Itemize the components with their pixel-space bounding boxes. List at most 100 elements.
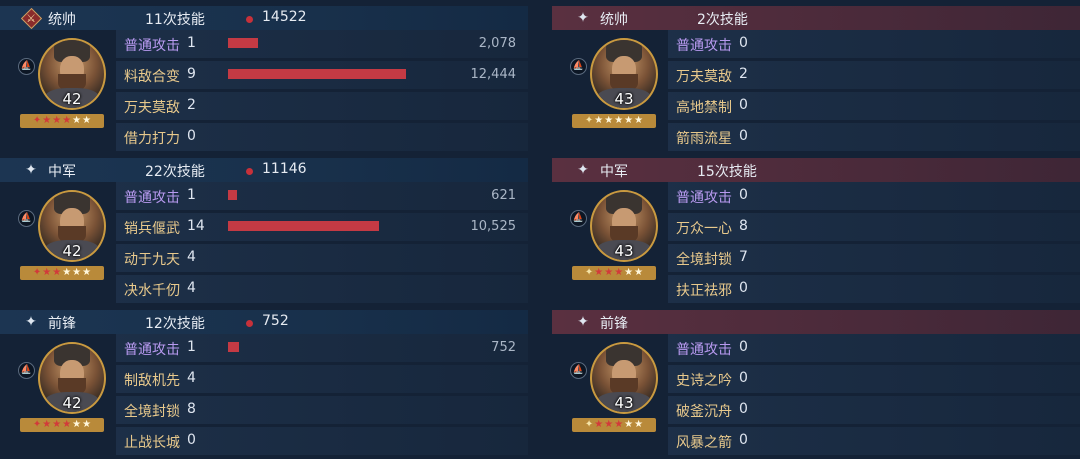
skill-use-count: 0	[739, 97, 748, 113]
skill-use-count: 4	[187, 280, 196, 296]
hero-slot: ✦ 中军 15次技能 ⛵ 43 ✦ ★ ★ ★ ★ ★ 普通攻击 0 万众一心 8 全境封锁 7 扶正祛邪 0	[552, 152, 1080, 304]
star-rating: ✦ ★ ★ ★ ★ ★	[20, 114, 104, 128]
star-icon: ★	[594, 419, 604, 430]
sparkle-icon: ✦	[577, 314, 589, 330]
skill-row: 全境封锁 8	[116, 396, 528, 424]
skill-name: 普通攻击	[676, 38, 732, 54]
slot-header: ✦ 前锋	[552, 310, 1080, 334]
skill-row: 史诗之吟 0	[668, 365, 1080, 393]
star-icon: ★	[594, 267, 604, 278]
skill-use-count: 8	[739, 218, 748, 234]
skill-row: 万夫莫敌 2	[116, 92, 528, 120]
star-icon: ★	[604, 419, 614, 430]
skill-row: 普通攻击 1 2,078	[116, 30, 528, 58]
star-icon: ★	[634, 419, 644, 430]
skill-row: 万众一心 8	[668, 213, 1080, 241]
star-icon: ★	[82, 267, 92, 278]
star-icon: ★	[614, 115, 624, 126]
role-label: 前锋	[600, 316, 628, 332]
star-icon: ✦	[584, 267, 594, 278]
star-icon: ★	[634, 115, 644, 126]
skill-count: 12次技能	[145, 316, 205, 332]
hero-portrait-card[interactable]: ⛵ 43 ✦ ★ ★ ★ ★ ★	[566, 34, 662, 134]
role-label: 前锋	[48, 316, 76, 332]
damage-bar	[228, 190, 237, 200]
damage-total: 14522	[262, 9, 307, 25]
star-rating: ✦ ★ ★ ★ ★ ★	[572, 266, 656, 280]
star-icon: ✦	[32, 267, 42, 278]
skill-row: 高地禁制 0	[668, 92, 1080, 120]
star-icon: ★	[614, 419, 624, 430]
troop-type-icon: ⛵	[18, 210, 35, 227]
skill-name: 决水千仞	[124, 283, 180, 299]
skill-name: 高地禁制	[676, 100, 732, 116]
skill-name: 制敌机先	[124, 373, 180, 389]
skill-use-count: 0	[739, 401, 748, 417]
skill-row: 万夫莫敌 2	[668, 61, 1080, 89]
troop-type-icon: ⛵	[570, 58, 587, 75]
slot-header: ✦ 中军 22次技能 11146	[0, 158, 528, 182]
skill-name: 全境封锁	[676, 252, 732, 268]
skill-row: 普通攻击 0	[668, 182, 1080, 210]
star-icon: ★	[594, 115, 604, 126]
skill-name: 破釜沉舟	[676, 404, 732, 420]
skill-use-count: 8	[187, 401, 196, 417]
skill-name: 万众一心	[676, 221, 732, 237]
skill-name: 普通攻击	[124, 342, 180, 358]
star-icon: ★	[62, 419, 72, 430]
slot-header: ✦ 统帅 2次技能	[552, 6, 1080, 30]
skill-count: 11次技能	[145, 12, 205, 28]
skill-name: 史诗之吟	[676, 373, 732, 389]
damage-dot-icon	[246, 168, 253, 175]
star-icon: ★	[604, 267, 614, 278]
star-icon: ★	[72, 115, 82, 126]
hero-portrait-card[interactable]: ⛵ 42 ✦ ★ ★ ★ ★ ★	[14, 34, 110, 134]
skill-name: 全境封锁	[124, 404, 180, 420]
damage-value: 621	[491, 188, 516, 203]
skill-row: 普通攻击 0	[668, 334, 1080, 362]
star-icon: ★	[52, 267, 62, 278]
star-icon: ★	[42, 419, 52, 430]
damage-total: 11146	[262, 161, 307, 177]
skill-count: 22次技能	[145, 164, 205, 180]
star-icon: ★	[42, 115, 52, 126]
skill-name: 借力打力	[124, 131, 180, 147]
hero-level: 42	[62, 90, 82, 108]
skill-use-count: 1	[187, 35, 196, 51]
skill-row: 普通攻击 0	[668, 30, 1080, 58]
role-label: 中军	[48, 164, 76, 180]
hero-portrait-card[interactable]: ⛵ 43 ✦ ★ ★ ★ ★ ★	[566, 338, 662, 438]
sparkle-icon: ✦	[25, 162, 37, 178]
skill-use-count: 1	[187, 187, 196, 203]
hero-portrait-card[interactable]: ⛵ 42 ✦ ★ ★ ★ ★ ★	[14, 186, 110, 286]
damage-value: 752	[491, 340, 516, 355]
skill-row: 普通攻击 1 752	[116, 334, 528, 362]
sparkle-icon: ✦	[25, 314, 37, 330]
skill-name: 万夫莫敌	[676, 69, 732, 85]
skill-use-count: 0	[187, 128, 196, 144]
troop-type-icon: ⛵	[570, 210, 587, 227]
commander-diamond-icon: ⚔	[22, 9, 40, 27]
damage-bar	[228, 69, 406, 79]
skill-row: 箭雨流星 0	[668, 123, 1080, 151]
star-icon: ★	[52, 115, 62, 126]
team-right: ✦ 统帅 2次技能 ⛵ 43 ✦ ★ ★ ★ ★ ★ 普通攻击 0 万夫莫敌 2 高地禁制 0 箭雨流星 0 ✦ 中军 1…	[552, 0, 1080, 459]
skill-name: 止战长城	[124, 435, 180, 451]
skill-row: 扶正祛邪 0	[668, 275, 1080, 303]
star-icon: ★	[604, 115, 614, 126]
star-icon: ✦	[584, 419, 594, 430]
damage-total: 752	[262, 313, 289, 329]
hero-portrait-card[interactable]: ⛵ 42 ✦ ★ ★ ★ ★ ★	[14, 338, 110, 438]
damage-dot-icon	[246, 16, 253, 23]
skill-row: 决水千仞 4	[116, 275, 528, 303]
skill-use-count: 0	[739, 339, 748, 355]
role-label: 中军	[600, 164, 628, 180]
hero-portrait-card[interactable]: ⛵ 43 ✦ ★ ★ ★ ★ ★	[566, 186, 662, 286]
star-icon: ★	[614, 267, 624, 278]
star-icon: ★	[624, 115, 634, 126]
skill-use-count: 9	[187, 66, 196, 82]
skill-use-count: 7	[739, 249, 748, 265]
star-rating: ✦ ★ ★ ★ ★ ★	[572, 114, 656, 128]
sparkle-icon: ✦	[577, 162, 589, 178]
skill-row: 止战长城 0	[116, 427, 528, 455]
